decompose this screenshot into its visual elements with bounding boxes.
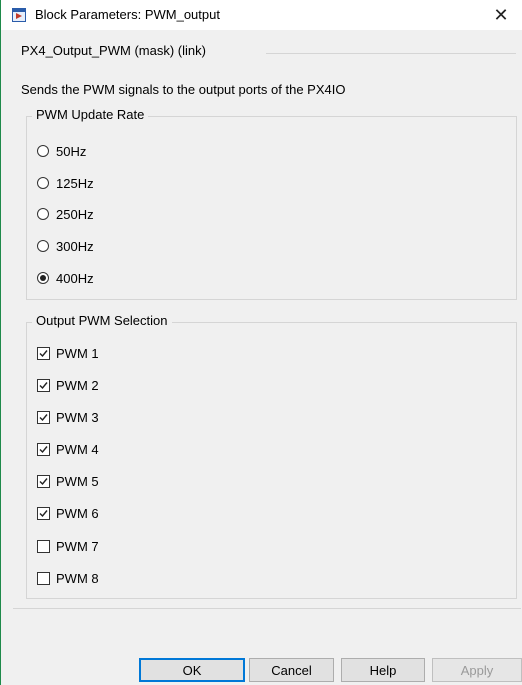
block-parameters-app-icon <box>12 8 26 22</box>
pwm-checkbox-row[interactable]: PWM 7 <box>37 536 99 556</box>
pwm-checkbox-label: PWM 6 <box>56 505 99 521</box>
pwm-checkbox-label: PWM 1 <box>56 345 99 361</box>
pwm-checkbox-label: PWM 5 <box>56 473 99 489</box>
pwm-checkbox-row[interactable]: PWM 1 <box>37 343 99 363</box>
checkbox-checked-icon[interactable] <box>37 442 50 456</box>
pwm-checkbox-label: PWM 7 <box>56 538 99 554</box>
checkbox-checked-icon[interactable] <box>37 346 50 360</box>
mask-legend: PX4_Output_PWM (mask) (link) <box>21 43 206 58</box>
checkbox-checked-icon[interactable] <box>37 474 50 488</box>
mask-divider <box>266 53 516 54</box>
pwm-checkbox-row[interactable]: PWM 4 <box>37 439 99 459</box>
radio-option[interactable]: 300Hz <box>37 236 94 256</box>
pwm-checkbox-label: PWM 3 <box>56 409 99 425</box>
pwm-update-rate-legend: PWM Update Rate <box>32 107 149 122</box>
radio-option[interactable]: 50Hz <box>37 141 86 161</box>
pwm-checkbox-row[interactable]: PWM 8 <box>37 568 99 588</box>
pwm-checkbox-label: PWM 8 <box>56 570 99 586</box>
pwm-checkbox-row[interactable]: PWM 3 <box>37 407 99 427</box>
radio-unselected-icon[interactable] <box>37 177 49 189</box>
footer-divider <box>13 608 521 609</box>
checkbox-checked-icon[interactable] <box>37 410 50 424</box>
radio-unselected-icon[interactable] <box>37 145 49 157</box>
title-bar: Block Parameters: PWM_output ✕ <box>1 0 522 30</box>
output-pwm-selection-group <box>26 322 517 599</box>
close-icon[interactable]: ✕ <box>479 0 522 30</box>
radio-option-label: 50Hz <box>56 143 87 159</box>
window-title: Block Parameters: PWM_output <box>35 7 220 22</box>
block-parameters-dialog: Block Parameters: PWM_output ✕ PX4_Outpu… <box>0 0 522 685</box>
radio-option[interactable]: 125Hz <box>37 173 94 193</box>
output-pwm-selection-legend: Output PWM Selection <box>32 313 172 328</box>
ok-button[interactable]: OK <box>139 658 245 682</box>
checkbox-checked-icon[interactable] <box>37 506 50 520</box>
pwm-checkbox-label: PWM 2 <box>56 377 99 393</box>
radio-option[interactable]: 250Hz <box>37 204 94 224</box>
radio-unselected-icon[interactable] <box>37 208 49 220</box>
radio-option-label: 400Hz <box>56 270 94 286</box>
help-button[interactable]: Help <box>341 658 425 682</box>
cancel-button[interactable]: Cancel <box>249 658 334 682</box>
radio-option-label: 250Hz <box>56 206 94 222</box>
radio-option-label: 300Hz <box>56 238 94 254</box>
radio-selected-icon[interactable] <box>37 272 49 284</box>
pwm-checkbox-row[interactable]: PWM 6 <box>37 503 99 523</box>
checkbox-checked-icon[interactable] <box>37 378 50 392</box>
pwm-update-rate-group <box>26 116 517 300</box>
radio-option[interactable]: 400Hz <box>37 268 94 288</box>
checkbox-unchecked-icon[interactable] <box>37 539 50 553</box>
apply-button[interactable]: Apply <box>432 658 522 682</box>
pwm-checkbox-row[interactable]: PWM 2 <box>37 375 99 395</box>
pwm-checkbox-row[interactable]: PWM 5 <box>37 471 99 491</box>
radio-unselected-icon[interactable] <box>37 240 49 252</box>
mask-description: Sends the PWM signals to the output port… <box>21 82 346 97</box>
pwm-checkbox-label: PWM 4 <box>56 441 99 457</box>
checkbox-unchecked-icon[interactable] <box>37 571 50 585</box>
radio-option-label: 125Hz <box>56 175 94 191</box>
